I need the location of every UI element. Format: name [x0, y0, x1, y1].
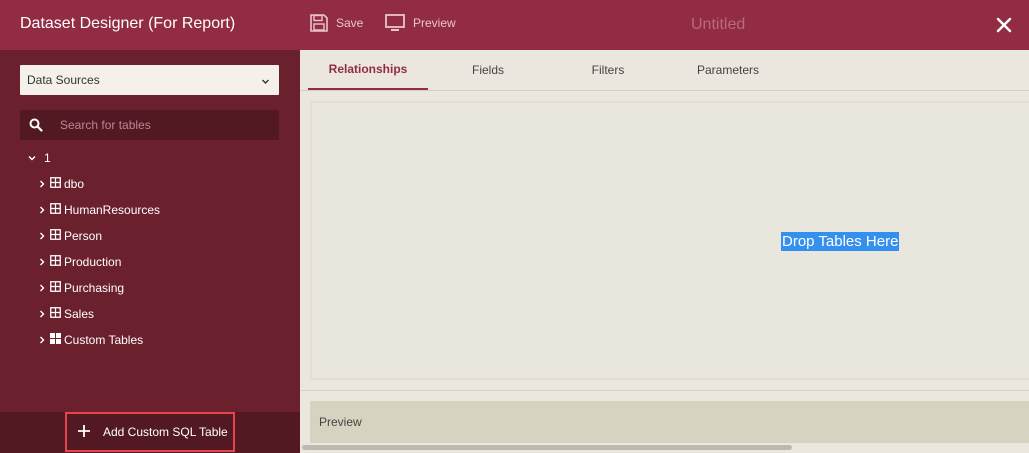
close-button[interactable] [994, 15, 1014, 35]
save-icon [310, 14, 328, 32]
sidebar: Data Sources 1 dbo HumanResources [0, 50, 300, 453]
table-grid-icon [50, 281, 61, 295]
chevron-right-icon [38, 255, 46, 269]
tree-item-person[interactable]: Person [38, 228, 102, 244]
tree-item-purchasing[interactable]: Purchasing [38, 280, 124, 296]
tree-item-label: Custom Tables [64, 333, 144, 347]
tree-item-label: Sales [64, 307, 95, 321]
chevron-down-icon [261, 75, 270, 89]
tree-item-dbo[interactable]: dbo [38, 176, 84, 192]
preview-panel-label: Preview [319, 415, 362, 429]
tree-item-label: dbo [64, 177, 85, 191]
chevron-right-icon [38, 177, 46, 191]
monitor-icon [385, 14, 405, 32]
data-sources-dropdown[interactable]: Data Sources [20, 65, 279, 95]
save-label: Save [336, 16, 364, 30]
chevron-right-icon [38, 333, 46, 347]
tree-item-sales[interactable]: Sales [38, 306, 94, 322]
table-grid-icon [50, 177, 61, 191]
table-search [20, 110, 279, 140]
title-bar: Dataset Designer (For Report) Save Previ… [0, 0, 1029, 50]
tree-item-label: HumanResources [64, 203, 161, 217]
tree-item-production[interactable]: Production [38, 254, 121, 270]
sidebar-footer: Add Custom SQL Table [0, 412, 300, 453]
drop-tables-hint: Drop Tables Here [781, 232, 900, 251]
divider [300, 390, 1029, 391]
tab-parameters[interactable]: Parameters [668, 50, 788, 90]
table-grid-icon [50, 307, 61, 321]
search-icon [29, 118, 43, 137]
chevron-right-icon [38, 281, 46, 295]
table-grid-icon [50, 203, 61, 217]
preview-label: Preview [413, 16, 456, 30]
tree-item-label: Production [64, 255, 122, 269]
chevron-right-icon [38, 307, 46, 321]
designer-tabs: Relationships Fields Filters Parameters [300, 50, 1029, 91]
custom-tables-icon [50, 333, 61, 347]
tree-item-label: Person [64, 229, 103, 243]
add-custom-sql-table-button[interactable]: Add Custom SQL Table [65, 412, 235, 452]
tree-root-node[interactable]: 1 [28, 150, 51, 166]
table-grid-icon [50, 229, 61, 243]
tab-fields[interactable]: Fields [428, 50, 548, 90]
chevron-right-icon [38, 229, 46, 243]
tree-item-label: Purchasing [64, 281, 125, 295]
app-title: Dataset Designer (For Report) [20, 15, 236, 32]
preview-panel[interactable]: Preview [310, 401, 1029, 443]
table-grid-icon [50, 255, 61, 269]
data-sources-value: Data Sources [27, 73, 100, 87]
chevron-right-icon [38, 203, 46, 217]
relationships-drop-zone[interactable]: Drop Tables Here [310, 101, 1029, 380]
document-title: Untitled [691, 16, 746, 33]
tree-root-label: 1 [44, 151, 51, 165]
preview-button[interactable]: Preview [385, 14, 456, 32]
plus-icon [77, 424, 91, 441]
tree-item-humanresources[interactable]: HumanResources [38, 202, 160, 218]
tab-relationships[interactable]: Relationships [308, 50, 428, 90]
tab-filters[interactable]: Filters [548, 50, 668, 90]
search-input[interactable] [60, 110, 270, 140]
save-button[interactable]: Save [310, 14, 363, 32]
horizontal-scrollbar-thumb[interactable] [302, 445, 792, 450]
tree-item-custom-tables[interactable]: Custom Tables [38, 332, 143, 348]
chevron-down-icon [28, 151, 36, 165]
close-icon [994, 17, 1014, 39]
add-custom-sql-label: Add Custom SQL Table [103, 425, 228, 439]
